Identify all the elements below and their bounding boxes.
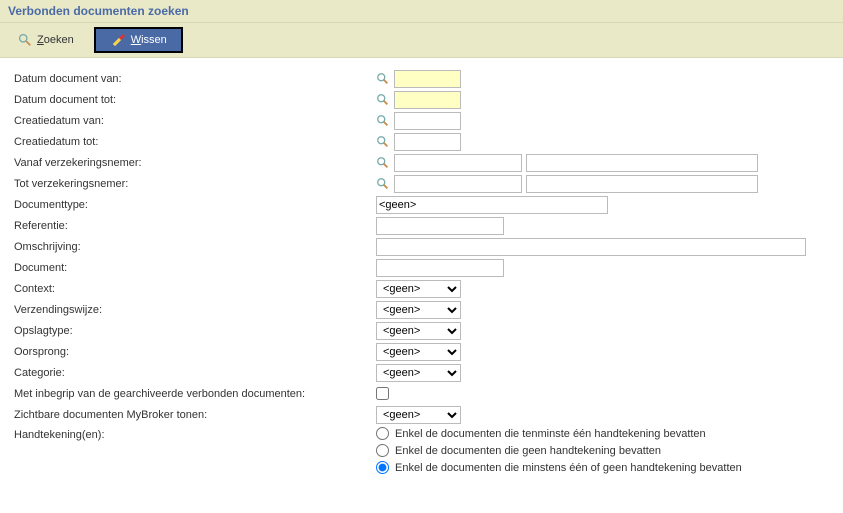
label-category: Categorie: <box>14 363 376 383</box>
date-doc-to-input[interactable] <box>394 91 461 109</box>
search-form: Datum document van: Datum document tot: … <box>0 58 843 492</box>
label-storage-type: Opslagtype: <box>14 321 376 341</box>
origin-select[interactable]: <geen> <box>376 343 461 361</box>
lookup-icon[interactable] <box>376 135 390 149</box>
description-input[interactable] <box>376 238 806 256</box>
search-icon <box>18 33 32 47</box>
policyholder-from-input-a[interactable] <box>394 154 522 172</box>
send-method-select[interactable]: <geen> <box>376 301 461 319</box>
doc-type-input[interactable] <box>376 196 608 214</box>
label-origin: Oorsprong: <box>14 342 376 362</box>
mybroker-select[interactable]: <geen> <box>376 406 461 424</box>
label-send-method: Verzendingswijze: <box>14 300 376 320</box>
toolbar: Zoeken Wissen <box>0 22 843 58</box>
policyholder-to-input-b[interactable] <box>526 175 758 193</box>
sig-radio-label-1: Enkel de documenten die tenminste één ha… <box>395 428 706 440</box>
label-context: Context: <box>14 279 376 299</box>
label-signatures: Handtekening(en): <box>14 425 376 445</box>
lookup-icon[interactable] <box>376 156 390 170</box>
storage-type-select[interactable]: <geen> <box>376 322 461 340</box>
lookup-icon[interactable] <box>376 93 390 107</box>
label-reference: Referentie: <box>14 216 376 236</box>
label-description: Omschrijving: <box>14 237 376 257</box>
label-mybroker: Zichtbare documenten MyBroker tonen: <box>14 405 376 425</box>
date-doc-from-input[interactable] <box>394 70 461 88</box>
clear-button[interactable]: Wissen <box>94 27 183 53</box>
lookup-icon[interactable] <box>376 114 390 128</box>
label-creation-from: Creatiedatum van: <box>14 111 376 131</box>
context-select[interactable]: <geen> <box>376 280 461 298</box>
label-date-doc-from: Datum document van: <box>14 69 376 89</box>
search-button[interactable]: Zoeken <box>8 27 84 53</box>
sig-radio-none[interactable] <box>376 444 389 457</box>
sig-radio-at-least-one[interactable] <box>376 427 389 440</box>
lookup-icon[interactable] <box>376 72 390 86</box>
label-document: Document: <box>14 258 376 278</box>
signatures-radio-group: Enkel de documenten die tenminste één ha… <box>376 425 742 474</box>
title-bar: Verbonden documenten zoeken <box>0 0 843 22</box>
creation-from-input[interactable] <box>394 112 461 130</box>
page-title: Verbonden documenten zoeken <box>8 4 189 18</box>
category-select[interactable]: <geen> <box>376 364 461 382</box>
creation-to-input[interactable] <box>394 133 461 151</box>
label-doc-type: Documenttype: <box>14 195 376 215</box>
clear-icon <box>110 32 126 48</box>
policyholder-from-input-b[interactable] <box>526 154 758 172</box>
document-input[interactable] <box>376 259 504 277</box>
label-date-doc-to: Datum document tot: <box>14 90 376 110</box>
label-include-archived: Met inbegrip van de gearchiveerde verbon… <box>14 384 376 404</box>
policyholder-to-input-a[interactable] <box>394 175 522 193</box>
reference-input[interactable] <box>376 217 504 235</box>
sig-radio-label-2: Enkel de documenten die geen handtekenin… <box>395 445 661 457</box>
include-archived-checkbox[interactable] <box>376 387 389 400</box>
sig-radio-any[interactable] <box>376 461 389 474</box>
label-creation-to: Creatiedatum tot: <box>14 132 376 152</box>
lookup-icon[interactable] <box>376 177 390 191</box>
sig-radio-label-3: Enkel de documenten die minstens één of … <box>395 462 742 474</box>
label-policyholder-from: Vanaf verzekeringsnemer: <box>14 153 376 173</box>
label-policyholder-to: Tot verzekeringsnemer: <box>14 174 376 194</box>
